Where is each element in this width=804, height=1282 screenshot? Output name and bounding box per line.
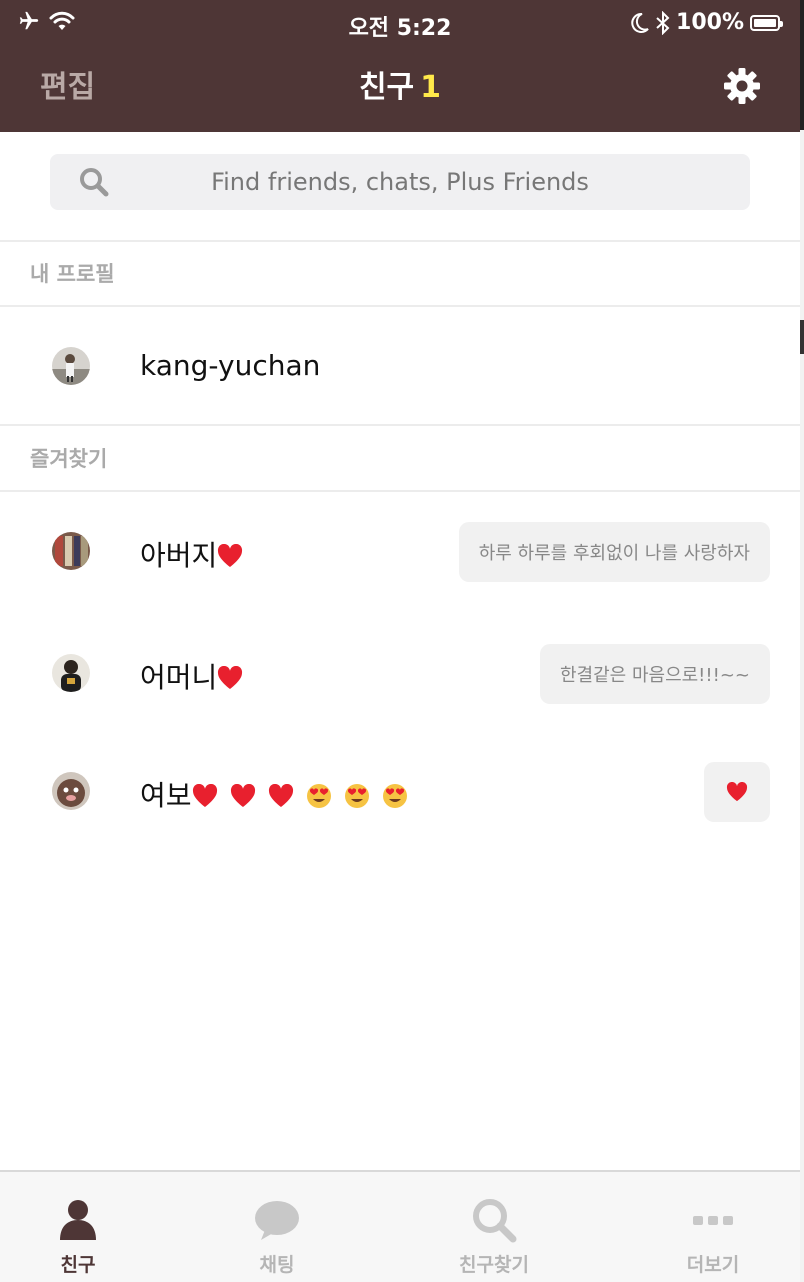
heart-icon bbox=[218, 544, 243, 567]
tab-label: 채팅 bbox=[259, 1254, 295, 1276]
tab-label: 친구 bbox=[60, 1254, 96, 1276]
friend-name: 어머니 bbox=[140, 656, 243, 696]
friend-count: 1 bbox=[420, 70, 442, 105]
heart-eyes-emoji-icon bbox=[382, 784, 407, 808]
tab-find-friends[interactable]: 친구찾기 bbox=[394, 1172, 594, 1282]
profile-name: kang-yuchan bbox=[140, 349, 321, 382]
page-title-text: 친구 bbox=[358, 70, 415, 105]
avatar bbox=[52, 347, 90, 385]
status-right: 100% bbox=[630, 10, 783, 35]
tab-label: 더보기 bbox=[686, 1254, 740, 1276]
section-favorites: 즐겨찾기 bbox=[30, 447, 108, 471]
friend-name: 아버지 bbox=[140, 534, 243, 574]
person-icon bbox=[60, 1200, 96, 1240]
app-window: 오전 5:22 100% 편집 친구 1 Find friends, chats… bbox=[0, 0, 800, 1282]
status-bar: 오전 5:22 100% bbox=[0, 6, 800, 44]
heart-eyes-emoji-icon bbox=[306, 784, 331, 808]
bluetooth-icon bbox=[656, 10, 670, 35]
tab-bar: 친구 채팅 친구찾기 더보기 bbox=[0, 1170, 800, 1282]
avatar bbox=[52, 772, 90, 810]
status-message: 한결같은 마음으로!!!~~ bbox=[539, 644, 770, 704]
header-bar: 오전 5:22 100% 편집 친구 1 bbox=[0, 0, 800, 132]
my-profile-row[interactable]: kang-yuchan bbox=[0, 307, 800, 425]
page-title: 친구 1 bbox=[0, 62, 800, 106]
window-edge bbox=[800, 0, 804, 1282]
friend-name-text: 아버지 bbox=[140, 539, 218, 572]
search-placeholder: Find friends, chats, Plus Friends bbox=[211, 168, 589, 196]
heart-eyes-emoji-icon bbox=[344, 784, 369, 808]
gear-icon[interactable] bbox=[722, 66, 762, 106]
heart-icon bbox=[268, 784, 293, 807]
list-item[interactable]: 아버지 하루 하루를 후회없이 나를 사랑하자 bbox=[0, 492, 800, 612]
tab-chats[interactable]: 채팅 bbox=[177, 1172, 377, 1282]
friend-name-text: 여보 bbox=[140, 779, 192, 812]
more-icon bbox=[693, 1216, 733, 1225]
search-icon bbox=[473, 1199, 517, 1243]
heart-icon bbox=[218, 666, 243, 689]
list-item[interactable]: 여보 bbox=[0, 736, 800, 856]
section-my-profile: 내 프로필 bbox=[30, 262, 115, 286]
battery-percent: 100% bbox=[676, 10, 744, 35]
status-message: 하루 하루를 후회없이 나를 사랑하자 bbox=[458, 522, 770, 582]
tab-more[interactable]: 더보기 bbox=[613, 1172, 800, 1282]
search-input[interactable]: Find friends, chats, Plus Friends bbox=[50, 154, 750, 210]
heart-icon bbox=[192, 784, 217, 807]
list-item[interactable]: 어머니 한결같은 마음으로!!!~~ bbox=[0, 614, 800, 734]
friend-name: 여보 bbox=[140, 774, 408, 814]
tab-friends[interactable]: 친구 bbox=[0, 1172, 178, 1282]
status-message bbox=[704, 762, 770, 822]
tab-label: 친구찾기 bbox=[459, 1254, 529, 1276]
heart-icon bbox=[230, 784, 255, 807]
avatar bbox=[52, 532, 90, 570]
moon-icon bbox=[631, 12, 649, 33]
chat-bubble-icon bbox=[255, 1201, 299, 1240]
divider bbox=[0, 424, 800, 426]
friend-name-text: 어머니 bbox=[140, 661, 218, 694]
heart-icon bbox=[726, 782, 748, 802]
battery-icon bbox=[750, 14, 783, 31]
avatar bbox=[52, 654, 90, 692]
search-area: Find friends, chats, Plus Friends bbox=[0, 132, 800, 242]
